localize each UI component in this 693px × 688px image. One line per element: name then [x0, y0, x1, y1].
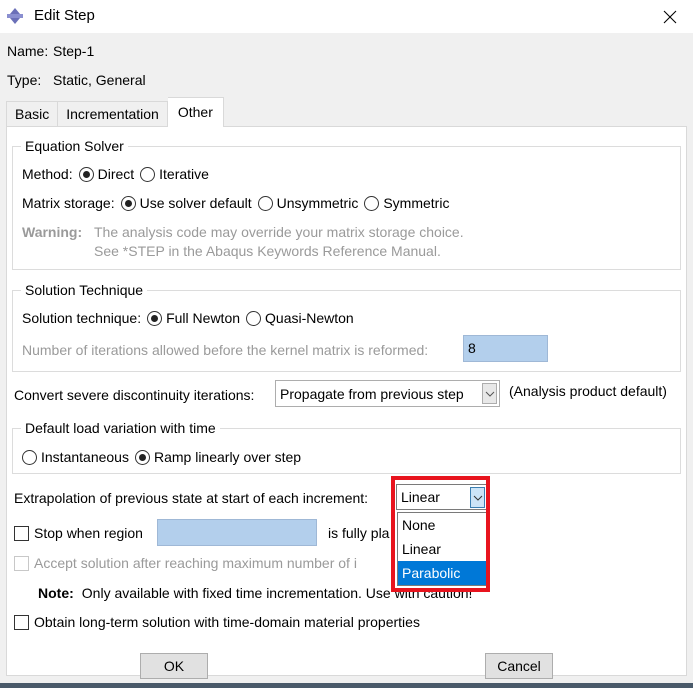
extrapolation-select[interactable]: Linear	[396, 484, 488, 510]
ramp-linearly-radio[interactable]	[134, 449, 150, 465]
accept-solution-checkbox[interactable]	[14, 555, 29, 571]
note-text: Only available with fixed time increment…	[81, 585, 473, 601]
type-label: Type:	[7, 72, 42, 88]
warning-line-2: See *STEP in the Abaqus Keywords Referen…	[94, 243, 441, 259]
method-iterative-label[interactable]: Iterative	[159, 166, 209, 182]
solution-technique-title: Solution Technique	[21, 281, 148, 299]
stop-region-field[interactable]	[157, 519, 317, 546]
method-row: Method: Direct Iterative	[22, 164, 209, 184]
discontinuity-select[interactable]: Propagate from previous step	[275, 380, 500, 407]
ramp-linearly-label[interactable]: Ramp linearly over step	[154, 449, 301, 465]
full-newton-label[interactable]: Full Newton	[166, 310, 240, 326]
background-strip	[0, 683, 693, 688]
solution-technique-label: Solution technique:	[22, 310, 142, 326]
abaqus-step-icon	[6, 7, 24, 25]
long-term-checkbox[interactable]	[14, 614, 29, 630]
dropdown-option-linear[interactable]: Linear	[398, 537, 487, 561]
window-title: Edit Step	[34, 7, 95, 24]
full-newton-radio[interactable]	[147, 310, 163, 326]
matrix-symmetric-label[interactable]: Symmetric	[383, 195, 449, 211]
stop-region-label[interactable]: Stop when region	[34, 525, 143, 541]
extrapolation-dropdown-button[interactable]	[470, 487, 485, 508]
discontinuity-note: (Analysis product default)	[509, 383, 667, 399]
tab-incrementation[interactable]: Incrementation	[58, 101, 168, 127]
instantaneous-label[interactable]: Instantaneous	[41, 449, 129, 465]
discontinuity-label: Convert severe discontinuity iterations:	[14, 387, 255, 403]
matrix-symmetric-radio[interactable]	[364, 195, 380, 211]
method-label: Method:	[22, 166, 73, 182]
discontinuity-value: Propagate from previous step	[280, 385, 464, 402]
tab-basic[interactable]: Basic	[6, 101, 59, 127]
type-value: Static, General	[53, 72, 146, 88]
close-button[interactable]	[647, 0, 693, 33]
dropdown-option-parabolic[interactable]: Parabolic	[398, 561, 487, 585]
discontinuity-dropdown-button[interactable]	[482, 383, 497, 404]
warning-line-1: The analysis code may override your matr…	[94, 224, 464, 240]
extrapolation-dropdown-list: None Linear Parabolic	[397, 512, 488, 586]
dropdown-option-none[interactable]: None	[398, 513, 487, 537]
method-direct-radio[interactable]	[78, 166, 94, 182]
name-value: Step-1	[53, 43, 95, 59]
tab-other[interactable]: Other	[167, 97, 224, 127]
ok-button[interactable]: OK	[140, 653, 208, 679]
matrix-unsymmetric-radio[interactable]	[257, 195, 273, 211]
title-bar: Edit Step	[0, 0, 693, 33]
load-variation-title: Default load variation with time	[21, 419, 220, 437]
chevron-down-icon	[473, 495, 482, 501]
warning-label: Warning:	[22, 224, 83, 240]
cancel-button[interactable]: Cancel	[485, 653, 553, 679]
extrapolation-value: Linear	[401, 489, 440, 505]
method-direct-label[interactable]: Direct	[98, 166, 135, 182]
stop-region-checkbox[interactable]	[14, 525, 29, 541]
tab-bar: Basic Incrementation Other	[6, 97, 224, 127]
long-term-label[interactable]: Obtain long-term solution with time-doma…	[34, 614, 420, 630]
iterations-field[interactable]: 8	[463, 335, 548, 362]
method-iterative-radio[interactable]	[140, 166, 156, 182]
iterations-label: Number of iterations allowed before the …	[22, 342, 429, 358]
solution-technique-row: Solution technique: Full Newton Quasi-Ne…	[22, 308, 354, 328]
close-icon	[663, 10, 677, 23]
quasi-newton-radio[interactable]	[246, 310, 262, 326]
long-term-row: Obtain long-term solution with time-doma…	[14, 612, 420, 632]
matrix-default-radio[interactable]	[120, 195, 136, 211]
note-row: Note: Only available with fixed time inc…	[38, 583, 472, 603]
matrix-storage-row: Matrix storage: Use solver default Unsym…	[22, 193, 449, 213]
load-variation-row: Instantaneous Ramp linearly over step	[16, 447, 301, 467]
step-name-row: Name: Step-1	[7, 43, 94, 59]
stop-region-row: Stop when region	[14, 523, 143, 543]
matrix-default-label[interactable]: Use solver default	[140, 195, 252, 211]
accept-solution-label: Accept solution after reaching maximum n…	[34, 555, 357, 571]
note-label: Note:	[38, 585, 74, 601]
equation-solver-title: Equation Solver	[21, 137, 128, 155]
matrix-unsymmetric-label[interactable]: Unsymmetric	[277, 195, 359, 211]
instantaneous-radio[interactable]	[22, 449, 37, 465]
stop-region-suffix: is fully pla	[328, 525, 390, 541]
extrapolation-label: Extrapolation of previous state at start…	[14, 490, 369, 506]
name-label: Name:	[7, 43, 49, 59]
quasi-newton-label[interactable]: Quasi-Newton	[265, 310, 354, 326]
matrix-storage-label: Matrix storage:	[22, 195, 115, 211]
chevron-down-icon	[485, 391, 494, 397]
accept-solution-row: Accept solution after reaching maximum n…	[14, 553, 357, 573]
step-type-row: Type: Static, General	[7, 72, 146, 88]
